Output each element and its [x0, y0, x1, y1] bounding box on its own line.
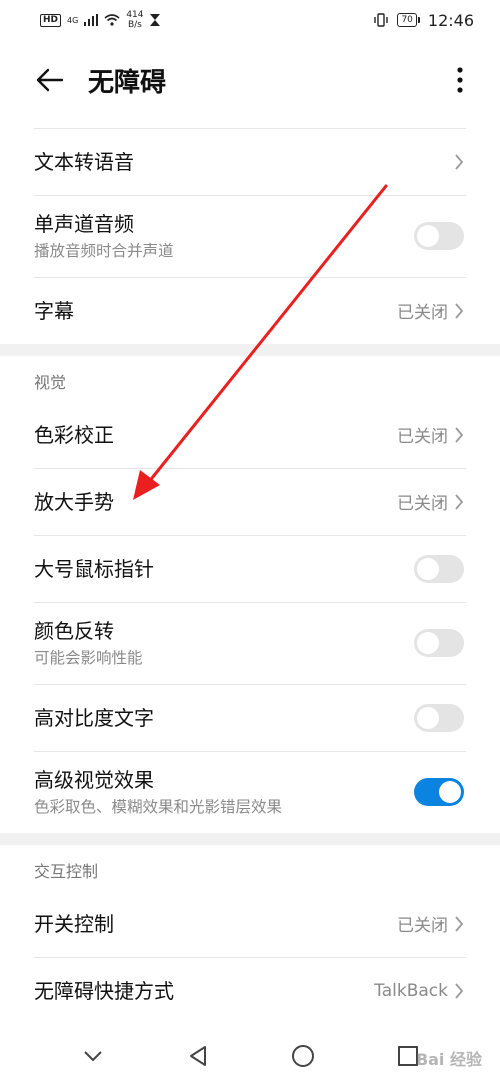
net-speed: 414 B/s: [126, 10, 143, 30]
watermark: Bai 经验: [415, 1050, 482, 1069]
clock: 12:46: [427, 10, 474, 30]
wifi-icon: [104, 14, 120, 26]
setting-title: 无障碍快捷方式: [34, 978, 174, 1003]
setting-title: 文本转语音: [34, 149, 134, 174]
setting-value: TalkBack: [374, 980, 448, 1001]
status-right: 70 12:46: [373, 11, 474, 30]
section-header-interaction: 交互控制: [34, 862, 99, 881]
setting-title: 高级视觉效果: [34, 768, 154, 792]
hourglass-icon: [149, 14, 160, 26]
chevron-right-icon: [455, 493, 464, 510]
section-separator: [0, 344, 500, 356]
setting-value: 已关闭: [397, 494, 448, 514]
battery-icon: 70: [397, 13, 420, 27]
circle-home-icon: [291, 1045, 314, 1067]
setting-accessibility-shortcut[interactable]: 无障碍快捷方式 TalkBack: [0, 957, 500, 1024]
setting-title: 放大手势: [34, 489, 114, 514]
setting-switch-control[interactable]: 开关控制 已关闭: [0, 890, 500, 957]
setting-text-to-speech[interactable]: 文本转语音: [0, 128, 500, 195]
nav-back-button[interactable]: [178, 1036, 218, 1076]
nav-home-button[interactable]: [283, 1036, 323, 1076]
chevron-right-icon: [455, 153, 464, 170]
vibrate-icon: [374, 13, 389, 27]
setting-subtitle: 播放音频时合并声道: [34, 242, 174, 260]
chevron-right-icon: [455, 426, 464, 443]
setting-title: 颜色反转: [34, 619, 114, 643]
chevron-right-icon: [455, 915, 464, 932]
setting-title: 单声道音频: [34, 212, 134, 236]
more-options-button[interactable]: [448, 60, 472, 100]
setting-high-contrast-text[interactable]: 高对比度文字: [0, 684, 500, 751]
net-speed-unit: B/s: [127, 20, 142, 30]
hd-badge: HD: [40, 13, 62, 27]
setting-value: 已关闭: [397, 303, 448, 323]
signal-label: 4G: [67, 15, 79, 25]
net-speed-value: 414: [126, 10, 144, 20]
setting-value: 已关闭: [397, 916, 448, 936]
setting-large-pointer[interactable]: 大号鼠标指针: [0, 535, 500, 602]
section-header-vision: 视觉: [34, 373, 67, 392]
chevron-right-icon: [455, 302, 464, 319]
page-title: 无障碍: [88, 67, 167, 98]
setting-color-correction[interactable]: 色彩校正 已关闭: [0, 401, 500, 468]
chevron-down-icon: [83, 1051, 102, 1062]
large-pointer-toggle[interactable]: [414, 554, 464, 583]
app-bar: 无障碍: [0, 40, 500, 120]
setting-captions[interactable]: 字幕 已关闭: [0, 277, 500, 344]
status-bar: HD 4G 414 B/s 70 12:46: [0, 0, 500, 40]
color-inversion-toggle[interactable]: [414, 629, 464, 657]
cell-signal-icon: [84, 14, 99, 26]
status-left: HD 4G 414 B/s: [40, 10, 160, 30]
setting-subtitle: 可能会影响性能: [34, 649, 143, 667]
setting-title: 开关控制: [34, 911, 114, 936]
battery-level: 70: [397, 13, 417, 27]
setting-title: 大号鼠标指针: [34, 556, 154, 581]
setting-value: 已关闭: [397, 427, 448, 447]
triangle-back-icon: [189, 1046, 206, 1066]
setting-title: 高对比度文字: [34, 705, 154, 730]
setting-subtitle: 色彩取色、模糊效果和光影错层效果: [34, 798, 283, 816]
more-vertical-icon: [457, 67, 463, 93]
nav-hide-button[interactable]: [73, 1036, 113, 1076]
back-button[interactable]: [30, 60, 70, 100]
setting-title: 色彩校正: [34, 422, 114, 447]
section-separator: [0, 833, 500, 845]
setting-advanced-visual-effects[interactable]: 高级视觉效果 色彩取色、模糊效果和光影错层效果: [0, 751, 500, 833]
advanced-visual-toggle[interactable]: [414, 778, 464, 806]
setting-mono-audio[interactable]: 单声道音频 播放音频时合并声道: [0, 195, 500, 277]
setting-title: 字幕: [34, 298, 74, 323]
high-contrast-toggle[interactable]: [414, 703, 464, 732]
mono-audio-toggle[interactable]: [414, 222, 464, 250]
chevron-right-icon: [455, 982, 464, 999]
setting-color-inversion[interactable]: 颜色反转 可能会影响性能: [0, 602, 500, 684]
setting-magnification-gestures[interactable]: 放大手势 已关闭: [0, 468, 500, 535]
settings-list: 文本转语音 单声道音频 播放音频时合并声道 字幕 已关闭 视觉 色彩校正 已关闭…: [0, 128, 500, 1024]
arrow-left-icon: [36, 68, 64, 92]
